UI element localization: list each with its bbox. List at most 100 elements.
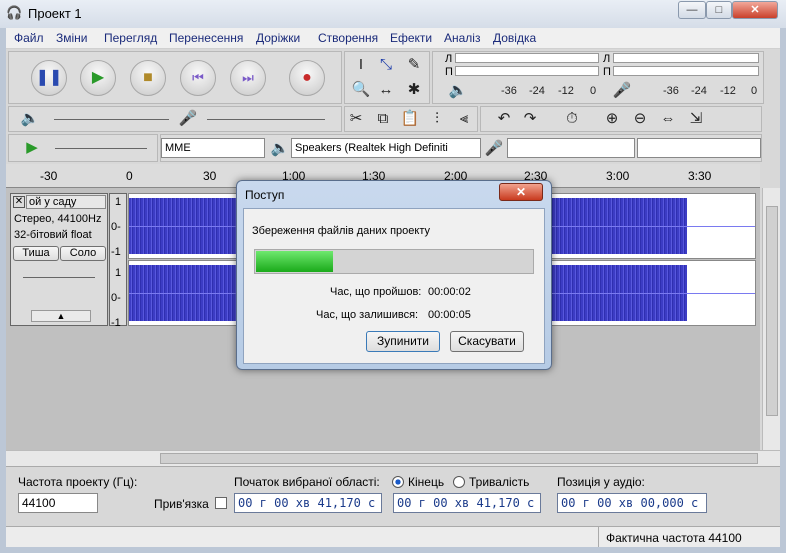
stop-button[interactable]: Зупинити [366, 331, 440, 352]
window-title: Проект 1 [28, 6, 82, 21]
microphone-meter-icon[interactable]: 🎤 [611, 80, 633, 102]
selection-toolbar: Частота проекту (Гц): 44100 Прив'язка По… [6, 466, 780, 526]
vertical-scrollbar[interactable]: ▲ [762, 188, 780, 450]
progress-bar-fill [256, 251, 333, 272]
timeline-tick: -30 [40, 169, 58, 183]
audio-host-select[interactable]: MME [161, 138, 265, 158]
vertical-scroll-thumb[interactable] [766, 206, 778, 416]
play-meter-left [613, 53, 759, 63]
timeline-tick: 30 [203, 169, 217, 183]
track-name-menu[interactable]: ой у саду [26, 195, 106, 209]
length-radio[interactable] [453, 476, 465, 488]
menu-help[interactable]: Довідка [493, 31, 536, 45]
rec-tick: -36 [501, 85, 517, 97]
undo-icon[interactable]: ↶ [493, 108, 515, 130]
audio-position-time[interactable]: 00 г 00 хв 00,000 с [557, 493, 707, 513]
transport-toolbar: ❚❚ ▶ ■ ⏮ ⏭ ● [8, 51, 342, 104]
sync-lock-icon[interactable]: ⏱ [561, 108, 583, 130]
tools-toolbar: I ⤡ ✎ 🔍 ↔ ✱ [344, 51, 430, 104]
fit-selection-icon[interactable]: ⇔ [657, 108, 679, 130]
selection-end-time[interactable]: 00 г 00 хв 41,170 с [393, 493, 541, 513]
silence-icon[interactable]: ⫷ [453, 108, 475, 130]
record-button[interactable]: ● [289, 60, 325, 96]
paste-icon[interactable]: 📋 [399, 108, 421, 130]
pause-button[interactable]: ❚❚ [31, 60, 67, 96]
skip-end-button[interactable]: ⏭ [230, 60, 266, 96]
draw-tool-icon[interactable]: ✎ [403, 54, 425, 76]
snap-label: Прив'язка [154, 497, 209, 511]
project-rate-select[interactable]: 44100 [18, 493, 98, 513]
output-volume-slider[interactable] [54, 119, 169, 120]
track-gain-slider[interactable] [23, 277, 95, 278]
menu-analyze[interactable]: Аналіз [444, 31, 480, 45]
selection-tool-icon[interactable]: I [350, 54, 372, 76]
edit-toolbar: ✂ ⧉ 📋 ⫶ ⫷ [344, 106, 478, 132]
rec-tick: 0 [590, 85, 597, 97]
timeshift-tool-icon[interactable]: ↔ [375, 79, 397, 101]
menu-edit[interactable]: Зміни [56, 31, 88, 45]
minimize-button[interactable]: — [678, 1, 706, 19]
snap-checkbox[interactable] [215, 497, 227, 509]
history-toolbar: ↶ ↷ ⏱ ⊕ ⊖ ⇔ ⇲ [480, 106, 762, 132]
trim-icon[interactable]: ⫶ [426, 108, 448, 130]
play-at-speed-icon[interactable]: ▶ [21, 137, 43, 159]
device-toolbar: MME 🔈 Speakers (Realtek High Definiti 🎤 [160, 134, 762, 162]
dialog-message: Збереження файлів даних проекту [252, 225, 430, 237]
remaining-value: 00:00:05 [428, 309, 471, 321]
menu-file[interactable]: Файл [14, 31, 44, 45]
length-radio-label: Тривалість [469, 475, 530, 489]
selection-start-label: Початок вибраної області: [234, 475, 380, 489]
envelope-tool-icon[interactable]: ⤡ [375, 54, 397, 76]
menu-transport[interactable]: Перенесення [169, 31, 243, 45]
mute-button[interactable]: Тиша [13, 246, 59, 261]
vertical-ruler: 1 0- -1 1 0- -1 [109, 193, 127, 329]
cancel-button[interactable]: Скасувати [450, 331, 524, 352]
menu-generate[interactable]: Створення [318, 31, 378, 45]
record-meter-right [455, 66, 599, 76]
track-close-button[interactable]: ✕ [13, 196, 25, 208]
horizontal-scroll-thumb[interactable] [160, 453, 758, 464]
track-control-panel: ✕ ой у саду Стерео, 44100Hz 32-бітовий f… [10, 193, 108, 326]
zoom-out-icon[interactable]: ⊖ [629, 108, 651, 130]
multi-tool-icon[interactable]: ✱ [403, 79, 425, 101]
meter-rec-left-label: Л [445, 53, 453, 65]
end-radio[interactable] [392, 476, 404, 488]
horizontal-scrollbar[interactable] [6, 450, 780, 466]
fit-project-icon[interactable]: ⇲ [685, 108, 707, 130]
meter-rec-right-label: П [445, 66, 453, 78]
collapse-track-button[interactable]: ▲ [31, 310, 91, 322]
input-volume-icon: 🎤 [178, 110, 198, 127]
zoom-tool-icon[interactable]: 🔍 [350, 79, 372, 101]
status-bar: Фактична частота 44100 [6, 526, 780, 547]
maximize-button[interactable]: □ [706, 1, 732, 19]
progress-dialog: Поступ ✕ Збереження файлів даних проекту… [236, 180, 552, 370]
menu-tracks[interactable]: Доріжки [256, 31, 300, 45]
solo-button[interactable]: Соло [60, 246, 106, 261]
menu-effects[interactable]: Ефекти [390, 31, 432, 45]
audacity-app-icon: 🎧 [6, 5, 23, 20]
output-device-select[interactable]: Speakers (Realtek High Definiti [291, 138, 481, 158]
redo-icon[interactable]: ↷ [519, 108, 541, 130]
copy-icon[interactable]: ⧉ [372, 108, 394, 130]
play-button[interactable]: ▶ [80, 60, 116, 96]
playback-speed-slider[interactable] [55, 148, 147, 149]
scale-label: 1 [115, 267, 122, 279]
dialog-close-button[interactable]: ✕ [499, 183, 543, 201]
menu-view[interactable]: Перегляд [104, 31, 157, 45]
play-tick: -24 [691, 85, 707, 97]
input-volume-slider[interactable] [207, 119, 325, 120]
close-button[interactable]: ✕ [732, 1, 778, 19]
speaker-meter-icon[interactable]: 🔈 [447, 80, 469, 102]
input-device-select[interactable] [507, 138, 635, 158]
selection-start-time[interactable]: 00 г 00 хв 41,170 с [234, 493, 382, 513]
skip-start-button[interactable]: ⏮ [180, 60, 216, 96]
play-meter-right [613, 66, 759, 76]
meter-toolbar: Л П Л П 🔈 -36 -24 -12 0 🎤 -36 -24 -12 0 [432, 51, 764, 104]
stop-button[interactable]: ■ [130, 60, 166, 96]
play-tick: -36 [663, 85, 679, 97]
input-channels-select[interactable] [637, 138, 761, 158]
zoom-in-icon[interactable]: ⊕ [601, 108, 623, 130]
elapsed-label: Час, що пройшов: [330, 286, 422, 298]
play-at-speed-toolbar: ▶ [8, 134, 158, 162]
cut-icon[interactable]: ✂ [345, 108, 367, 130]
